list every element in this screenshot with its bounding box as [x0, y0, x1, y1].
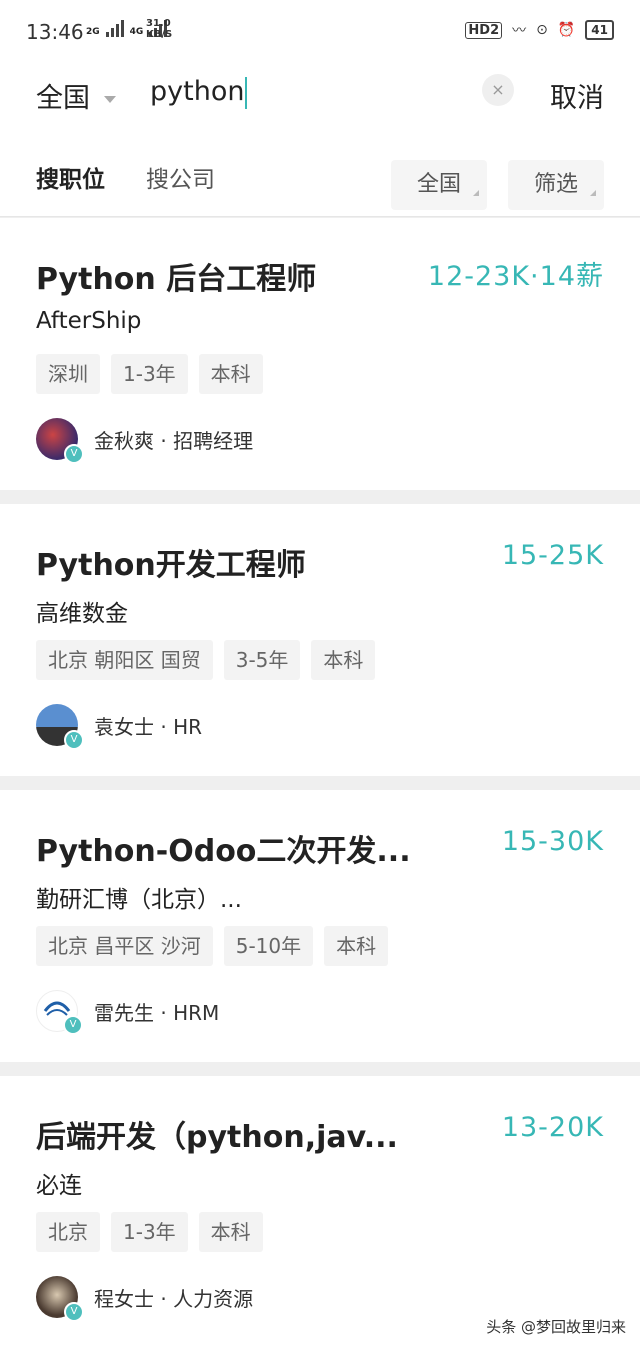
job-salary: 12-23K·14薪: [427, 261, 604, 292]
verified-icon: V: [64, 444, 84, 464]
company-name: 高维数金: [36, 601, 128, 627]
vibrate-icon: 〰: [512, 23, 527, 39]
job-salary: 15-25K: [501, 540, 604, 571]
avatar: V: [36, 1276, 84, 1322]
tab-search-jobs[interactable]: 搜职位: [36, 160, 105, 194]
job-title: Python开发工程师: [36, 548, 306, 583]
search-row: 全国 python × 取消: [0, 60, 640, 130]
filter-button[interactable]: 筛选: [508, 160, 604, 210]
job-title: 后端开发（python,jav...: [36, 1120, 398, 1155]
avatar: V: [36, 704, 84, 750]
clear-icon[interactable]: ×: [482, 74, 514, 106]
caret-down-icon: [104, 96, 116, 103]
job-tag: 深圳: [36, 354, 100, 394]
job-card[interactable]: Python开发工程师 15-25K 高维数金 北京 朝阳区 国贸 3-5年 本…: [0, 504, 640, 776]
recruiter-name: 程女士 · 人力资源: [94, 1286, 254, 1311]
job-tag: 本科: [198, 1212, 263, 1252]
network-speed: 31.0 KB/S: [146, 18, 172, 40]
job-tag: 北京 昌平区 沙河: [36, 926, 213, 966]
status-right-icons: HD2 〰 ⊙ ⏰ 41: [465, 20, 614, 40]
job-tag: 1-3年: [111, 1212, 188, 1252]
job-tag: 本科: [198, 354, 263, 394]
network-4g-label: 4G: [129, 27, 144, 37]
watermark: 头条 @梦回故里归来: [486, 1318, 626, 1336]
alarm-icon: ⏰: [557, 22, 576, 38]
region-label: 全国: [36, 83, 90, 114]
speed-value: 31.0: [146, 18, 171, 29]
tab-search-companies[interactable]: 搜公司: [146, 160, 215, 194]
job-tag: 本科: [324, 926, 389, 966]
cancel-button[interactable]: 取消: [550, 76, 604, 115]
top-bar: 13:46 2G 4G 31.0 KB/S HD2 〰 ⊙ ⏰ 41 全国 py…: [0, 0, 640, 217]
region-selector[interactable]: 全国: [36, 76, 116, 115]
job-salary: 15-30K: [501, 826, 604, 857]
recruiter-name: 金秋爽 · 招聘经理: [94, 428, 254, 453]
signal-bars-icon: [105, 20, 124, 37]
recruiter-info: V 雷先生 · HRM: [36, 990, 220, 1035]
corner-triangle-icon: [590, 190, 596, 196]
job-card[interactable]: Python-Odoo二次开发... 15-30K 勤研汇博（北京）... 北京…: [0, 790, 640, 1062]
status-time: 13:46: [26, 20, 84, 44]
job-tag: 1-3年: [111, 354, 188, 394]
search-query-text: python: [150, 76, 245, 107]
job-tags: 北京 昌平区 沙河 5-10年 本科: [36, 926, 389, 966]
avatar: V: [36, 990, 83, 1035]
avatar: V: [36, 418, 84, 464]
job-tag: 3-5年: [223, 640, 301, 680]
area-filter-label: 全国: [416, 172, 461, 197]
verified-icon: V: [64, 1302, 84, 1322]
job-title: Python-Odoo二次开发...: [36, 834, 411, 869]
area-filter-button[interactable]: 全国: [391, 160, 487, 210]
lock-rotation-icon: ⊙: [536, 22, 548, 38]
search-tabs: 搜职位 搜公司 全国 筛选: [0, 130, 640, 217]
corner-triangle-icon: [473, 190, 479, 196]
job-tags: 深圳 1-3年 本科: [36, 354, 263, 394]
recruiter-info: V 金秋爽 · 招聘经理: [36, 418, 254, 464]
company-name: 必连: [36, 1173, 82, 1199]
job-tags: 北京 1-3年 本科: [36, 1212, 263, 1252]
job-card[interactable]: 后端开发（python,jav... 13-20K 必连 北京 1-3年 本科 …: [0, 1076, 640, 1351]
job-salary: 13-20K: [501, 1112, 604, 1143]
battery-icon: 41: [585, 20, 614, 40]
job-tag: 本科: [311, 640, 376, 680]
verified-icon: V: [64, 730, 84, 750]
text-cursor: [245, 76, 248, 109]
job-tag: 5-10年: [223, 926, 314, 966]
job-card[interactable]: Python 后台工程师 12-23K·14薪 AfterShip 深圳 1-3…: [0, 218, 640, 490]
job-tag: 北京 朝阳区 国贸: [36, 640, 213, 680]
search-input[interactable]: python: [150, 76, 248, 109]
recruiter-info: V 程女士 · 人力资源: [36, 1276, 254, 1322]
verified-icon: V: [63, 1015, 83, 1035]
company-name: 勤研汇博（北京）...: [36, 887, 242, 913]
recruiter-info: V 袁女士 · HR: [36, 704, 203, 750]
network-2g-label: 2G: [86, 27, 100, 37]
status-bar: 13:46 2G 4G 31.0 KB/S HD2 〰 ⊙ ⏰ 41: [0, 0, 640, 60]
filter-label: 筛选: [533, 172, 578, 197]
hd-icon: HD2: [465, 21, 503, 39]
speed-unit: KB/S: [146, 29, 173, 40]
job-title: Python 后台工程师: [36, 262, 317, 297]
recruiter-name: 雷先生 · HRM: [94, 1000, 220, 1025]
job-tags: 北京 朝阳区 国贸 3-5年 本科: [36, 640, 376, 680]
job-tag: 北京: [36, 1212, 100, 1252]
company-name: AfterShip: [36, 308, 142, 334]
recruiter-name: 袁女士 · HR: [94, 714, 203, 739]
